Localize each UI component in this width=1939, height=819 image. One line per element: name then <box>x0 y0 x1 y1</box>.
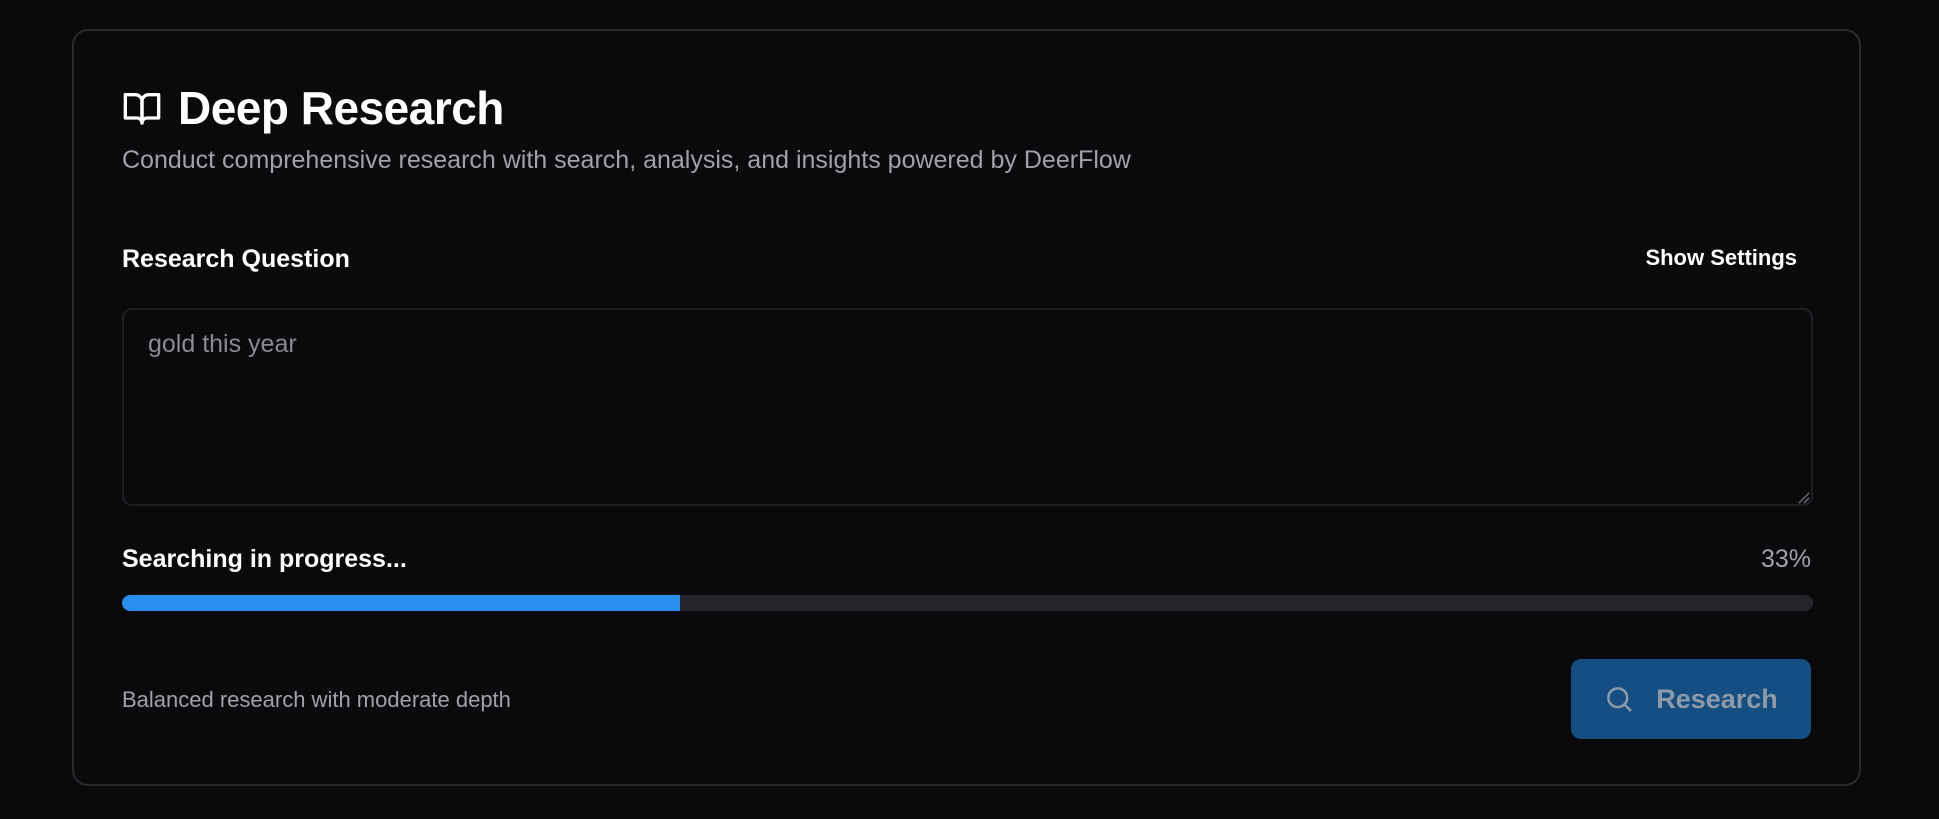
card-header: Deep Research <box>122 81 504 135</box>
progress-bar-fill <box>122 595 681 611</box>
deep-research-card: Deep Research Conduct comprehensive rese… <box>72 29 1861 786</box>
progress-status-text: Searching in progress... <box>122 545 407 573</box>
search-icon <box>1604 684 1634 714</box>
page-subtitle: Conduct comprehensive research with sear… <box>122 146 1131 174</box>
research-button-label: Research <box>1656 683 1778 714</box>
show-settings-button[interactable]: Show Settings <box>1631 241 1811 275</box>
textarea-resize-handle[interactable] <box>1795 489 1811 505</box>
progress-bar <box>122 595 1813 611</box>
research-question-label: Research Question <box>122 245 350 273</box>
research-depth-description: Balanced research with moderate depth <box>122 687 511 712</box>
book-open-icon <box>122 88 162 128</box>
page-title: Deep Research <box>178 82 504 134</box>
research-button[interactable]: Research <box>1571 659 1811 739</box>
progress-percent: 33% <box>1760 545 1811 573</box>
research-question-input[interactable] <box>122 308 1813 506</box>
